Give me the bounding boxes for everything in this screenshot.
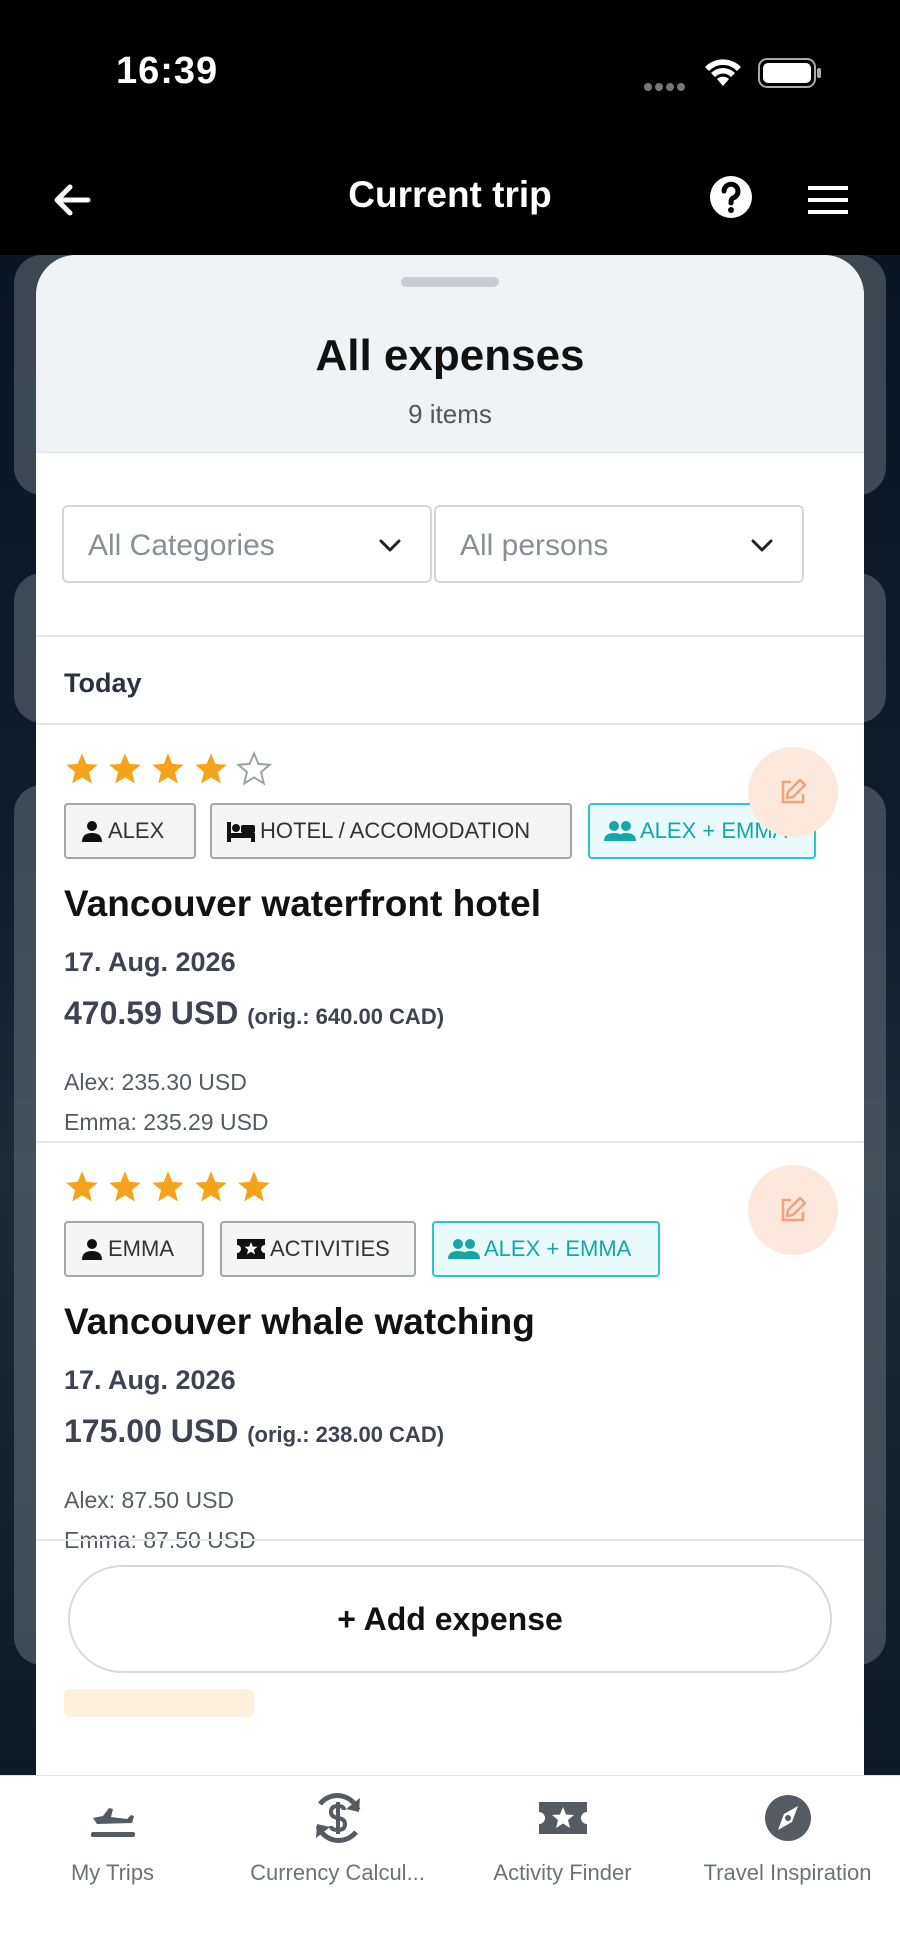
rating-stars (64, 751, 279, 791)
add-expense-button[interactable]: + Add expense (68, 1565, 832, 1673)
navigation-bar: Current trip (0, 150, 900, 255)
expense-amount: 175.00 USD (orig.: 238.00 CAD) (64, 1413, 444, 1450)
payer-name: ALEX (108, 818, 165, 843)
items-count: 9 items (408, 399, 492, 429)
signal-icon (644, 78, 690, 91)
split-tag: ALEX + EMMA (432, 1221, 660, 1277)
expense-date: 17. Aug. 2026 (64, 947, 236, 977)
bed-icon (227, 822, 255, 842)
expense-item[interactable]: EMMA ACTIVITIES ALEX + EMMA Vancouver wh… (36, 1165, 864, 1569)
drag-handle[interactable] (401, 277, 499, 287)
ticket-star-icon (538, 1802, 587, 1834)
expense-title: Vancouver waterfront hotel (64, 883, 541, 924)
expense-amount: 470.59 USD (orig.: 640.00 CAD) (64, 995, 444, 1032)
split-line: Emma: 235.29 USD (64, 1109, 269, 1135)
next-item-preview (64, 1685, 264, 1726)
expenses-sheet: All expenses 9 items All Categories All … (36, 255, 864, 1775)
status-time: 16:39 (116, 50, 219, 92)
tab-my-trips[interactable]: My Trips (0, 1788, 225, 1886)
star-filled-icon (195, 753, 227, 784)
original-amount: (orig.: 640.00 CAD) (247, 1004, 445, 1029)
rating-stars (64, 1169, 279, 1209)
star-filled-icon (152, 753, 184, 784)
category-tag: ACTIVITIES (220, 1221, 416, 1277)
star-filled-icon (66, 753, 98, 784)
divider (36, 635, 864, 637)
star-filled-icon (66, 1171, 98, 1202)
tab-label: Currency Calcul... (250, 1860, 425, 1885)
star-filled-icon (109, 1171, 141, 1202)
compass-icon (764, 1795, 811, 1841)
original-amount: (orig.: 238.00 CAD) (247, 1422, 445, 1447)
amount-value: 175.00 USD (64, 1413, 239, 1449)
edit-button[interactable] (748, 1165, 838, 1255)
edit-button[interactable] (748, 747, 838, 837)
ticket-star-icon (237, 1239, 265, 1259)
payer-tag: ALEX (64, 803, 196, 859)
payer-name: EMMA (108, 1236, 174, 1261)
tab-currency-calculator[interactable]: Currency Calcul... (225, 1788, 450, 1886)
person-icon (82, 821, 102, 842)
star-filled-icon (64, 1689, 254, 1717)
tab-label: Activity Finder (493, 1860, 632, 1885)
menu-icon[interactable] (804, 180, 852, 220)
star-filled-icon (238, 1171, 270, 1202)
star-filled-icon (109, 753, 141, 784)
amount-value: 470.59 USD (64, 995, 239, 1031)
section-label: Today (64, 668, 142, 698)
star-empty-icon (236, 751, 272, 786)
group-icon (604, 821, 636, 841)
tab-label: My Trips (70, 1860, 155, 1885)
edit-icon (781, 778, 807, 804)
category-name: HOTEL / ACCOMODATION (260, 818, 531, 843)
star-filled-icon (195, 1171, 227, 1202)
edit-icon (781, 1196, 807, 1222)
tab-label: Travel Inspiration (703, 1860, 872, 1885)
star-filled-icon (152, 1171, 184, 1202)
split-line: Alex: 87.50 USD (64, 1487, 235, 1513)
page-title: Current trip (348, 174, 552, 215)
wifi-icon (705, 59, 741, 86)
category-filter[interactable]: All Categories (62, 505, 432, 583)
chevron-down-icon (379, 539, 401, 552)
payer-tag: EMMA (64, 1221, 204, 1277)
split-names: ALEX + EMMA (484, 1236, 632, 1261)
person-filter-value: All persons (460, 529, 609, 562)
divider (36, 1141, 864, 1143)
category-filter-value: All Categories (88, 529, 275, 562)
sheet-header: All expenses 9 items (36, 255, 864, 453)
divider (36, 723, 864, 725)
plane-departure-icon (90, 1808, 135, 1837)
split-line: Alex: 235.30 USD (64, 1069, 247, 1095)
help-icon[interactable] (706, 172, 756, 222)
sheet-title: All expenses (315, 331, 585, 380)
battery-icon (758, 58, 821, 88)
tab-travel-inspiration[interactable]: Travel Inspiration (675, 1788, 900, 1886)
expense-date: 17. Aug. 2026 (64, 1365, 236, 1395)
group-icon (448, 1239, 480, 1259)
chevron-down-icon (751, 539, 773, 552)
category-tag: HOTEL / ACCOMODATION (210, 803, 572, 859)
expense-item[interactable]: ALEX HOTEL / ACCOMODATION ALEX + EMMA Va… (36, 747, 864, 1171)
person-icon (82, 1239, 102, 1260)
currency-exchange-icon (315, 1793, 360, 1843)
bottom-tab-bar: My Trips Currency Calcul... Activity Fin… (0, 1775, 900, 1957)
category-name: ACTIVITIES (270, 1236, 390, 1261)
status-bar: 16:39 (0, 0, 900, 150)
expense-title: Vancouver whale watching (64, 1301, 535, 1342)
divider (36, 1539, 864, 1541)
person-filter[interactable]: All persons (434, 505, 804, 583)
tab-activity-finder[interactable]: Activity Finder (450, 1788, 675, 1886)
